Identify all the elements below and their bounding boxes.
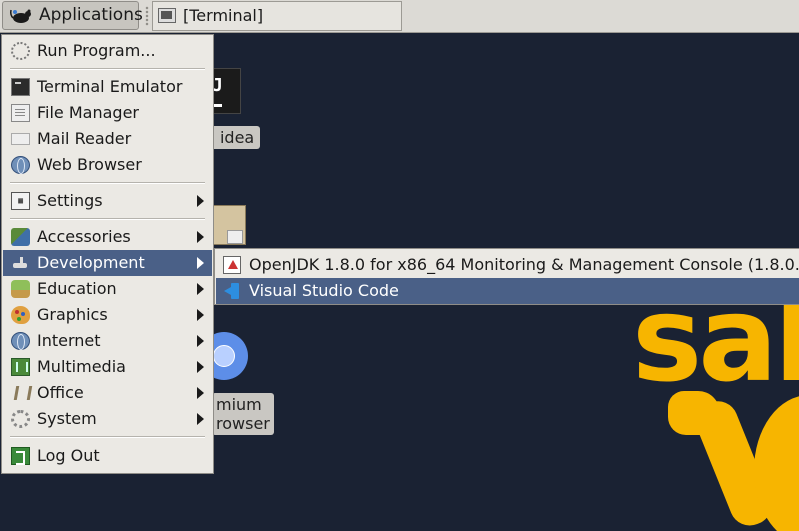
submenu-arrow-icon — [197, 231, 204, 243]
log-out-icon — [11, 447, 30, 465]
chromium-desktop-label[interactable]: mium rowser — [212, 393, 274, 435]
submenu-arrow-icon — [197, 309, 204, 321]
menu-item-office[interactable]: Office — [3, 380, 212, 406]
top-panel: Applications [Terminal] — [0, 0, 799, 33]
menu-item-mail-reader[interactable]: Mail Reader — [3, 126, 212, 152]
taskbar-terminal-button[interactable]: [Terminal] — [152, 1, 402, 31]
settings-icon: ▦ — [11, 192, 30, 210]
applications-menu-button[interactable]: Applications — [2, 1, 143, 30]
xfce-mouse-icon — [10, 9, 31, 23]
submenu-arrow-icon — [197, 195, 204, 207]
mail-icon — [11, 133, 30, 145]
menu-item-accessories[interactable]: Accessories — [3, 224, 212, 250]
submenu-item-openjdk-console[interactable]: OpenJDK 1.8.0 for x86_64 Monitoring & Ma… — [216, 252, 799, 278]
globe-icon — [11, 156, 30, 174]
submenu-arrow-icon — [197, 387, 204, 399]
graphics-palette-icon — [11, 306, 30, 324]
taskbar-terminal-label: [Terminal] — [183, 6, 264, 25]
chromium-label-line2: rowser — [216, 414, 270, 433]
run-program-icon — [11, 42, 30, 60]
menu-item-web-browser[interactable]: Web Browser — [3, 152, 212, 178]
menu-separator — [10, 68, 205, 70]
development-icon — [11, 254, 30, 272]
terminal-icon — [158, 8, 176, 23]
vscode-icon — [223, 282, 241, 300]
submenu-arrow-icon — [197, 257, 204, 269]
menu-item-settings[interactable]: ▦ Settings — [3, 188, 212, 214]
education-icon — [11, 280, 30, 298]
submenu-arrow-icon — [197, 361, 204, 373]
office-icon — [11, 384, 30, 402]
file-manager-icon — [11, 104, 30, 122]
applications-label: Applications — [39, 5, 143, 25]
wallpaper-brand-logo: sal — [632, 296, 799, 391]
menu-separator — [10, 436, 205, 438]
java-console-icon — [223, 256, 241, 274]
internet-globe-icon — [11, 332, 30, 350]
menu-item-file-manager[interactable]: File Manager — [3, 100, 212, 126]
menu-item-run-program[interactable]: Run Program... — [3, 38, 212, 64]
wallpaper-mascot-image — [664, 385, 799, 531]
system-gear-icon — [11, 410, 30, 428]
menu-item-development[interactable]: Development — [3, 250, 212, 276]
accessories-icon — [11, 228, 30, 246]
submenu-item-visual-studio-code[interactable]: Visual Studio Code — [216, 278, 799, 304]
menu-separator — [10, 182, 205, 184]
folder-icon[interactable] — [212, 205, 246, 245]
terminal-icon — [11, 78, 30, 96]
development-submenu: OpenJDK 1.8.0 for x86_64 Monitoring & Ma… — [214, 248, 799, 305]
menu-item-internet[interactable]: Internet — [3, 328, 212, 354]
chromium-label-line1: mium — [216, 395, 262, 414]
menu-item-system[interactable]: System — [3, 406, 212, 432]
menu-separator — [10, 218, 205, 220]
panel-separator — [145, 6, 149, 26]
menu-item-graphics[interactable]: Graphics — [3, 302, 212, 328]
submenu-arrow-icon — [197, 413, 204, 425]
menu-item-log-out[interactable]: Log Out — [3, 443, 212, 469]
menu-item-multimedia[interactable]: Multimedia — [3, 354, 212, 380]
menu-item-education[interactable]: Education — [3, 276, 212, 302]
multimedia-icon — [11, 358, 30, 376]
applications-menu: Run Program... Terminal Emulator File Ma… — [1, 34, 214, 474]
submenu-arrow-icon — [197, 283, 204, 295]
menu-item-terminal-emulator[interactable]: Terminal Emulator — [3, 74, 212, 100]
wallpaper-brand-text: sal — [632, 296, 799, 391]
submenu-arrow-icon — [197, 335, 204, 347]
